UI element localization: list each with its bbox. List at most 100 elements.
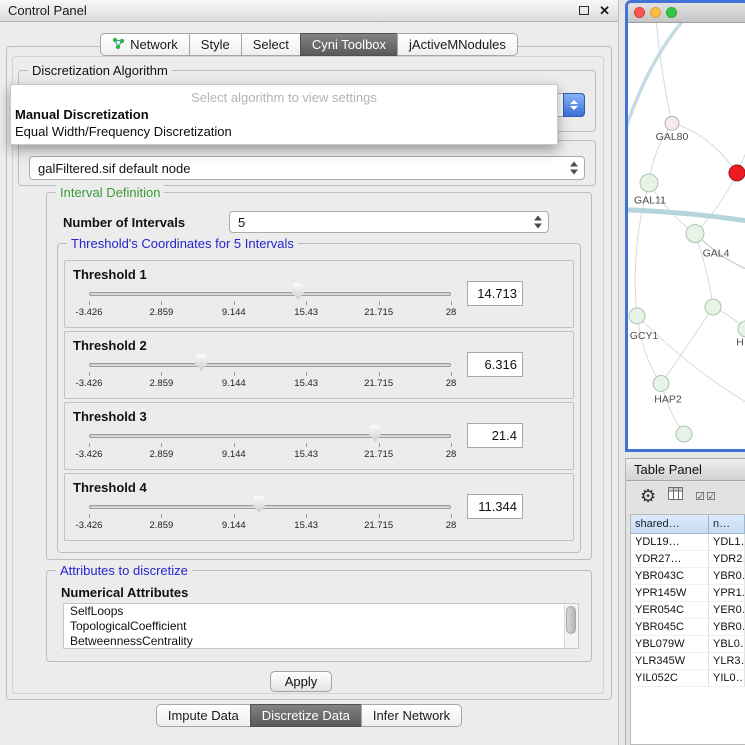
attribute-list-item[interactable]: TopologicalCoefficient: [64, 619, 578, 634]
tab-network[interactable]: Network: [100, 33, 190, 56]
table-cell[interactable]: YDR27…: [631, 551, 709, 568]
slider-thumb[interactable]: [253, 496, 265, 513]
dropdown-item-equal-width-frequency[interactable]: Equal Width/Frequency Discretization: [11, 123, 557, 140]
network-node-gcy1[interactable]: [629, 308, 645, 324]
combobox-stepper-icon[interactable]: [534, 216, 542, 229]
network-node-label: HAP2: [654, 394, 682, 405]
slider-tick: [379, 301, 380, 305]
network-node[interactable]: [705, 299, 721, 315]
network-node-gal4[interactable]: [686, 225, 704, 243]
minimize-traffic-light-icon[interactable]: [650, 7, 661, 18]
network-node[interactable]: [729, 165, 745, 181]
network-edge[interactable]: [695, 234, 713, 307]
scrollbar-thumb[interactable]: [566, 606, 576, 634]
gear-icon[interactable]: ⚙: [640, 487, 656, 505]
network-edge[interactable]: [637, 316, 661, 384]
table-cell[interactable]: YBR0…: [709, 568, 745, 585]
threshold-slider[interactable]: -3.4262.8599.14415.4321.71528: [65, 403, 465, 471]
bottom-tab-infer-network[interactable]: Infer Network: [361, 704, 462, 727]
apply-button[interactable]: Apply: [270, 671, 332, 692]
dropdown-item-manual-discretization[interactable]: Manual Discretization: [11, 106, 557, 123]
table-data-combobox[interactable]: galFiltered.sif default node: [29, 156, 585, 180]
columns-icon[interactable]: [668, 487, 683, 505]
table-cell[interactable]: YBR0…: [709, 619, 745, 636]
zoom-traffic-light-icon[interactable]: [666, 7, 677, 18]
network-node-gal11[interactable]: [640, 174, 658, 192]
tab-style[interactable]: Style: [189, 33, 242, 56]
table-cell[interactable]: YBL0…: [709, 636, 745, 653]
table-row[interactable]: YDR27…YDR2…: [631, 551, 745, 568]
table-cell[interactable]: YBL079W: [631, 636, 709, 653]
network-edge[interactable]: [695, 173, 737, 234]
table-row[interactable]: YER054CYER0…: [631, 602, 745, 619]
table-cell[interactable]: YBR043C: [631, 568, 709, 585]
slider-thumb[interactable]: [369, 425, 381, 442]
combobox-stepper-icon[interactable]: [563, 93, 585, 117]
table-cell[interactable]: YPR145W: [631, 585, 709, 602]
column-header-shared-name[interactable]: shared…: [631, 515, 709, 534]
threshold-value-field[interactable]: 6.316: [467, 352, 523, 377]
table-cell[interactable]: YIL052C: [631, 670, 709, 687]
combobox-stepper-icon[interactable]: [570, 162, 578, 175]
slider-track[interactable]: [89, 505, 451, 509]
table-cell[interactable]: YDL1…: [709, 534, 745, 551]
tab-cyni-toolbox[interactable]: Cyni Toolbox: [300, 33, 398, 56]
threshold-value-field[interactable]: 11.344: [467, 494, 523, 519]
slider-track[interactable]: [89, 363, 451, 367]
float-window-icon[interactable]: [579, 6, 589, 15]
network-edge[interactable]: [637, 316, 745, 405]
table-row[interactable]: YBR043CYBR0…: [631, 568, 745, 585]
number-of-intervals-value: 5: [238, 212, 522, 232]
table-cell[interactable]: YIL0…: [709, 670, 745, 687]
table-cell[interactable]: YDR2…: [709, 551, 745, 568]
slider-track[interactable]: [89, 292, 451, 296]
bottom-tab-discretize-data[interactable]: Discretize Data: [250, 704, 362, 727]
bottom-tab-impute-data[interactable]: Impute Data: [156, 704, 251, 727]
table-cell[interactable]: YBR045C: [631, 619, 709, 636]
threshold-slider[interactable]: -3.4262.8599.14415.4321.71528: [65, 332, 465, 400]
slider-tick-label: -3.426: [76, 449, 103, 460]
tab-select[interactable]: Select: [241, 33, 301, 56]
table-cell[interactable]: YLR345W: [631, 653, 709, 670]
threshold-slider[interactable]: -3.4262.8599.14415.4321.71528: [65, 261, 465, 329]
threshold-value-field[interactable]: 21.4: [467, 423, 523, 448]
network-edge[interactable]: [672, 123, 737, 173]
table-row[interactable]: YLR345WYLR3…: [631, 653, 745, 670]
vertical-scrollbar[interactable]: [564, 604, 578, 648]
attribute-list-item[interactable]: BetweennessCentrality: [64, 634, 578, 649]
network-graph[interactable]: GAL80GAL11GAL4GCY1HAP2H: [628, 23, 745, 449]
table-row[interactable]: YPR145WYPR1…: [631, 585, 745, 602]
select-columns-checkbox-icon[interactable]: ☑☑: [695, 490, 717, 503]
table-row[interactable]: YBL079WYBL0…: [631, 636, 745, 653]
table-cell[interactable]: YPR1…: [709, 585, 745, 602]
slider-tick-label: -3.426: [76, 520, 103, 531]
table-row[interactable]: YBR045CYBR0…: [631, 619, 745, 636]
network-node[interactable]: [676, 426, 692, 442]
slider-tick: [161, 372, 162, 376]
close-icon[interactable]: ✕: [599, 4, 610, 17]
table-cell[interactable]: YER0…: [709, 602, 745, 619]
network-edge[interactable]: [649, 183, 695, 234]
number-of-intervals-combobox[interactable]: 5: [229, 211, 549, 233]
close-traffic-light-icon[interactable]: [634, 7, 645, 18]
table-row[interactable]: YIL052CYIL0…: [631, 670, 745, 687]
slider-track[interactable]: [89, 434, 451, 438]
network-window-titlebar[interactable]: [628, 3, 745, 23]
attribute-list-item[interactable]: SelfLoops: [64, 604, 578, 619]
slider-thumb[interactable]: [195, 354, 207, 371]
tab-jactivemnodules[interactable]: jActiveMNodules: [397, 33, 518, 56]
threshold-value-field[interactable]: 14.713: [467, 281, 523, 306]
table-row[interactable]: YDL19…YDL1…: [631, 534, 745, 551]
network-node-hap2[interactable]: [653, 376, 669, 392]
table-cell[interactable]: YDL19…: [631, 534, 709, 551]
table-cell[interactable]: YER054C: [631, 602, 709, 619]
network-node-gal80[interactable]: [665, 116, 679, 130]
table-cell[interactable]: YLR3…: [709, 653, 745, 670]
slider-thumb[interactable]: [292, 283, 304, 300]
network-edge[interactable]: [628, 210, 745, 222]
slider-tick: [451, 372, 452, 376]
threshold-slider[interactable]: -3.4262.8599.14415.4321.71528: [65, 474, 465, 542]
column-header-name[interactable]: n…: [709, 515, 745, 534]
network-canvas[interactable]: GAL80GAL11GAL4GCY1HAP2H: [628, 23, 745, 449]
slider-tick-label: 28: [446, 378, 457, 389]
